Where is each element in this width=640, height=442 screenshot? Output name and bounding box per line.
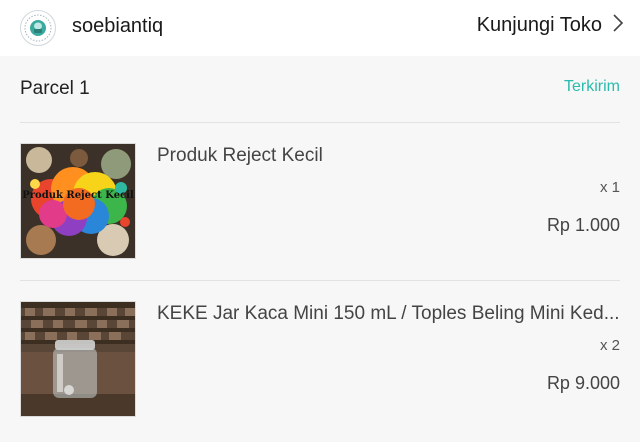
product-price: Rp 1.000 bbox=[546, 215, 620, 235]
visit-store-label: Kunjungi Toko bbox=[476, 14, 602, 36]
order-item[interactable]: KEKE Jar Kaca Mini 150 mL / Toples Belin… bbox=[20, 281, 620, 438]
product-name[interactable]: KEKE Jar Kaca Mini 150 mL / Toples Belin… bbox=[157, 303, 620, 325]
shop-logo-icon[interactable] bbox=[20, 10, 56, 46]
chevron-right-icon bbox=[612, 13, 624, 38]
parcel-card: Parcel 1 Terkirim Produk Reject Kecil Pr… bbox=[0, 56, 640, 442]
parcel-status: Terkirim bbox=[564, 78, 620, 95]
order-item[interactable]: Produk Reject Kecil Produk Reject Kecil … bbox=[20, 123, 620, 281]
shop-header: soebiantiq Kunjungi Toko bbox=[0, 0, 640, 56]
visit-store-button[interactable]: Kunjungi Toko bbox=[477, 13, 624, 38]
parcel-header: Parcel 1 Terkirim bbox=[20, 56, 620, 123]
thumbnail-caption: Produk Reject Kecil bbox=[22, 190, 134, 201]
shop-name[interactable]: soebiantiq bbox=[72, 15, 163, 38]
product-quantity: x 1 bbox=[599, 179, 620, 196]
product-thumbnail[interactable] bbox=[20, 301, 136, 417]
product-thumbnail[interactable]: Produk Reject Kecil bbox=[20, 143, 136, 259]
product-name[interactable]: Produk Reject Kecil bbox=[157, 145, 620, 167]
parcel-title: Parcel 1 bbox=[20, 78, 90, 99]
product-price: Rp 9.000 bbox=[546, 373, 620, 393]
product-quantity: x 2 bbox=[599, 337, 620, 354]
